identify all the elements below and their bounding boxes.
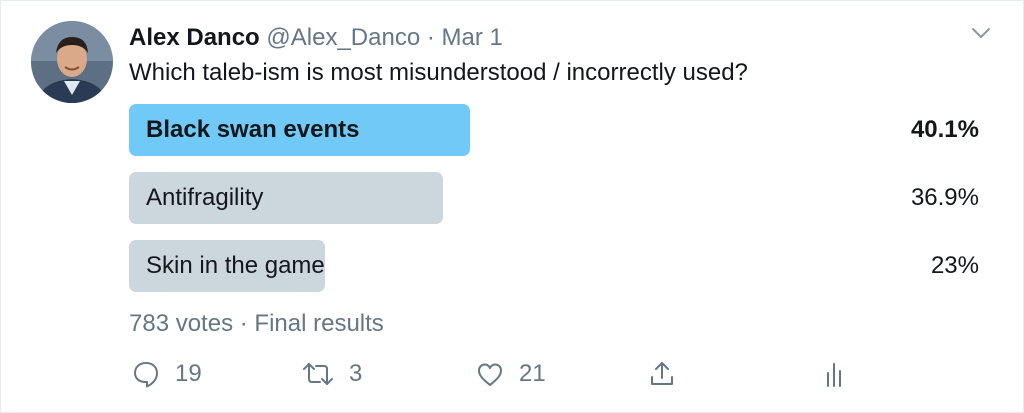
poll-option-black-swan-events[interactable]: Black swan events 40.1% xyxy=(129,104,979,156)
reply-icon xyxy=(131,359,161,389)
analytics-button[interactable] xyxy=(819,356,849,392)
header-separator: · xyxy=(426,24,435,51)
poll-option-percent: 23% xyxy=(930,252,979,279)
retweet-icon xyxy=(301,359,335,389)
poll-option-percent: 40.1% xyxy=(910,116,979,143)
retweet-count: 3 xyxy=(349,360,363,387)
tweet-actions: 19 3 21 xyxy=(129,356,869,392)
heart-icon xyxy=(475,359,505,389)
tweet-header: Alex Danco @Alex_Danco · Mar 1 xyxy=(129,23,503,53)
like-button[interactable]: 21 xyxy=(475,356,546,392)
retweet-button[interactable]: 3 xyxy=(301,356,362,392)
share-icon xyxy=(647,359,677,389)
analytics-icon xyxy=(819,359,849,389)
poll-option-skin-in-the-game[interactable]: Skin in the game 23% xyxy=(129,240,979,292)
author-handle[interactable]: @Alex_Danco xyxy=(266,24,420,51)
poll-status: Final results xyxy=(254,310,384,337)
tweet-date[interactable]: Mar 1 xyxy=(442,24,503,51)
chevron-down-icon xyxy=(971,26,991,44)
meta-separator: · xyxy=(239,310,248,337)
author-name[interactable]: Alex Danco xyxy=(129,24,260,51)
reply-button[interactable]: 19 xyxy=(131,356,202,392)
poll-option-label: Skin in the game xyxy=(146,252,325,279)
poll-option-label: Antifragility xyxy=(146,184,264,211)
tweet-menu-button[interactable] xyxy=(967,25,995,45)
poll-option-label: Black swan events xyxy=(146,116,360,143)
poll-meta: 783 votes · Final results xyxy=(129,309,384,339)
tweet-card[interactable]: Alex Danco @Alex_Danco · Mar 1 Which tal… xyxy=(0,0,1024,413)
vote-count: 783 votes xyxy=(129,310,234,337)
share-button[interactable] xyxy=(647,356,677,392)
poll-option-antifragility[interactable]: Antifragility 36.9% xyxy=(129,172,979,224)
avatar[interactable] xyxy=(31,21,113,103)
reply-count: 19 xyxy=(175,360,202,387)
poll-option-percent: 36.9% xyxy=(910,184,979,211)
like-count: 21 xyxy=(519,360,546,387)
tweet-text: Which taleb-ism is most misunderstood / … xyxy=(129,59,748,86)
